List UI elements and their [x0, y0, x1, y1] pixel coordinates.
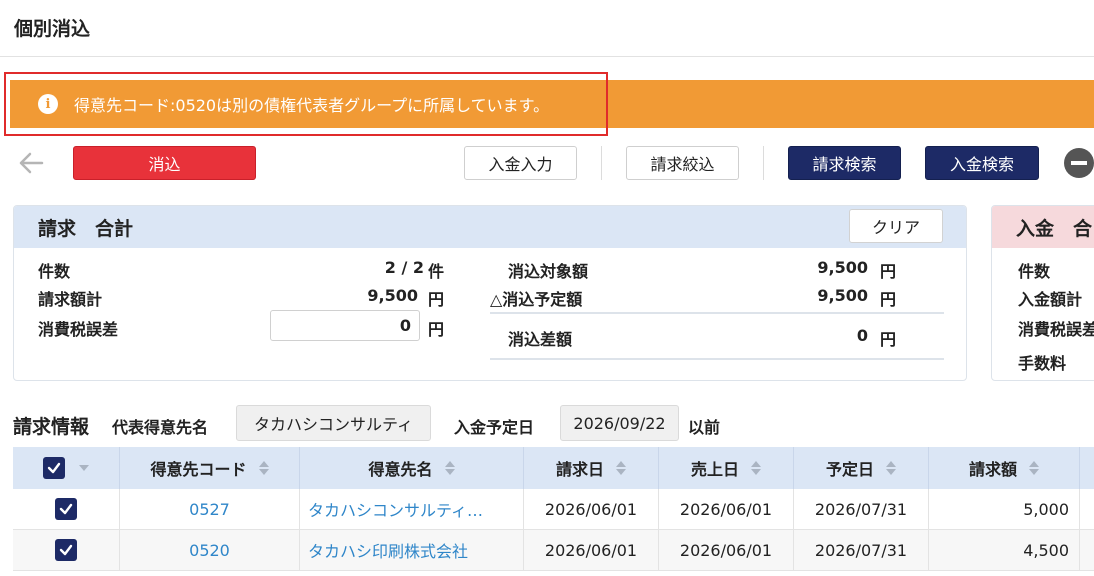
sort-icon[interactable]	[886, 460, 896, 476]
amount-cell: 4,500	[929, 530, 1080, 570]
due-date-cell: 2026/07/31	[794, 530, 929, 570]
sort-icon[interactable]	[258, 460, 269, 476]
warning-alert: i 得意先コード:0520は別の債権代表者グループに所属しています。	[10, 80, 1094, 128]
header-amount[interactable]: 請求額	[929, 447, 1080, 489]
header-customer-name[interactable]: 得意先名	[300, 447, 524, 489]
table-row[interactable]: 0520 タカハシ印刷株式会社 2026/06/01 2026/06/01 20…	[13, 530, 1094, 571]
target-amount-value: 9,500	[817, 258, 868, 277]
planned-amount-label: △消込予定額	[490, 290, 583, 309]
billing-summary-title: 請求 合計	[14, 206, 966, 248]
bill-date-cell: 2026/06/01	[524, 530, 659, 570]
sale-date-cell: 2026/06/01	[659, 489, 794, 529]
header-amount-label: 請求額	[968, 460, 1017, 479]
tax-error-label: 消費税誤差	[38, 320, 119, 339]
payment-amount-label: 入金額計	[1018, 290, 1083, 309]
header-bill-date[interactable]: 請求日	[524, 447, 659, 489]
header-sale-date[interactable]: 売上日	[659, 447, 794, 489]
diff-amount-label: 消込差額	[508, 330, 573, 349]
payment-date-suffix: 以前	[688, 418, 721, 437]
header-due-date-label: 予定日	[825, 460, 874, 479]
nyukin-input-button[interactable]: 入金入力	[464, 146, 577, 180]
payment-summary-panel: 入金 合 件数 入金額計 消費税誤差 手数料	[991, 205, 1094, 381]
tax-error-input[interactable]: 0	[270, 310, 420, 341]
target-amount-label: 消込対象額	[508, 262, 589, 281]
diff-bottom-divider	[490, 358, 944, 360]
chevron-down-icon[interactable]	[79, 465, 89, 471]
sort-icon[interactable]	[1029, 460, 1039, 476]
nyukin-search-button[interactable]: 入金検索	[925, 146, 1039, 180]
check-icon	[59, 503, 73, 515]
clear-button[interactable]: クリア	[849, 209, 943, 243]
toolbar-divider	[763, 146, 764, 180]
rep-customer-label: 代表得意先名	[112, 418, 209, 437]
check-icon	[47, 462, 61, 474]
sort-icon[interactable]	[751, 460, 761, 476]
header-due-date[interactable]: 予定日	[794, 447, 929, 489]
bill-date-cell: 2026/06/01	[524, 489, 659, 529]
payment-date-label: 入金予定日	[454, 418, 535, 437]
planned-amount-value: 9,500	[817, 286, 868, 305]
fee-label: 手数料	[1018, 354, 1067, 373]
billing-amount-label: 請求額計	[38, 290, 103, 309]
header-bill-date-label: 請求日	[555, 460, 604, 479]
billing-amount-value: 9,500	[367, 286, 418, 305]
planned-amount-unit: 円	[880, 290, 897, 309]
header-sale-date-label: 売上日	[690, 460, 739, 479]
sort-icon[interactable]	[444, 460, 455, 476]
customer-name-link[interactable]: タカハシコンサルティ…	[300, 489, 524, 529]
billing-summary-panel: 請求 合計 クリア 件数 2 / 2 件 請求額計 9,500 円 消費税誤差 …	[13, 205, 967, 381]
diff-amount-unit: 円	[880, 330, 897, 349]
payment-count-label: 件数	[1018, 262, 1051, 281]
seikyu-search-button[interactable]: 請求検索	[788, 146, 901, 180]
payment-date-field: 2026/09/22	[560, 405, 679, 441]
check-icon	[59, 544, 73, 556]
sort-icon[interactable]	[616, 460, 626, 476]
billing-info-title: 請求情報	[13, 416, 90, 438]
diff-top-divider	[490, 312, 944, 314]
alert-message: 得意先コード:0520は別の債権代表者グループに所属しています。	[74, 96, 550, 115]
tax-error-unit: 円	[428, 320, 445, 339]
header-customer-name-label: 得意先名	[368, 460, 433, 479]
rep-customer-field: タカハシコンサルティ	[236, 405, 431, 441]
toolbar-divider	[601, 146, 602, 180]
customer-name-link[interactable]: タカハシ印刷株式会社	[300, 530, 524, 570]
count-value: 2 / 2	[384, 258, 424, 277]
select-all-header[interactable]	[13, 447, 120, 489]
back-arrow-icon[interactable]	[16, 148, 46, 178]
count-label: 件数	[38, 262, 71, 281]
minus-circle-icon[interactable]	[1064, 148, 1094, 178]
header-customer-code-label: 得意先コード	[150, 460, 247, 479]
customer-code-link[interactable]: 0527	[120, 489, 300, 529]
row-checkbox[interactable]	[55, 498, 77, 520]
customer-code-link[interactable]: 0520	[120, 530, 300, 570]
count-unit: 件	[428, 262, 445, 281]
select-all-checkbox[interactable]	[43, 457, 65, 479]
billing-amount-unit: 円	[428, 290, 445, 309]
sale-date-cell: 2026/06/01	[659, 530, 794, 570]
page-title: 個別消込	[14, 18, 91, 40]
payment-tax-error-label: 消費税誤差	[1018, 320, 1094, 339]
row-select-cell[interactable]	[13, 530, 120, 570]
row-select-cell[interactable]	[13, 489, 120, 529]
table-row[interactable]: 0527 タカハシコンサルティ… 2026/06/01 2026/06/01 2…	[13, 489, 1094, 530]
title-divider	[0, 56, 1094, 57]
payment-summary-title: 入金 合	[992, 206, 1094, 248]
table-header: 得意先コード 得意先名 請求日 売上日 予定日 請求額	[13, 447, 1094, 489]
seikyu-filter-button[interactable]: 請求絞込	[626, 146, 739, 180]
billing-table: 得意先コード 得意先名 請求日 売上日 予定日 請求額 0527 タカハシコンサ…	[13, 447, 1094, 571]
target-amount-unit: 円	[880, 262, 897, 281]
due-date-cell: 2026/07/31	[794, 489, 929, 529]
amount-cell: 5,000	[929, 489, 1080, 529]
diff-amount-value: 0	[856, 326, 868, 345]
keshikomi-button[interactable]: 消込	[73, 146, 256, 180]
info-icon: i	[38, 94, 58, 114]
header-customer-code[interactable]: 得意先コード	[120, 447, 300, 489]
row-checkbox[interactable]	[55, 539, 77, 561]
